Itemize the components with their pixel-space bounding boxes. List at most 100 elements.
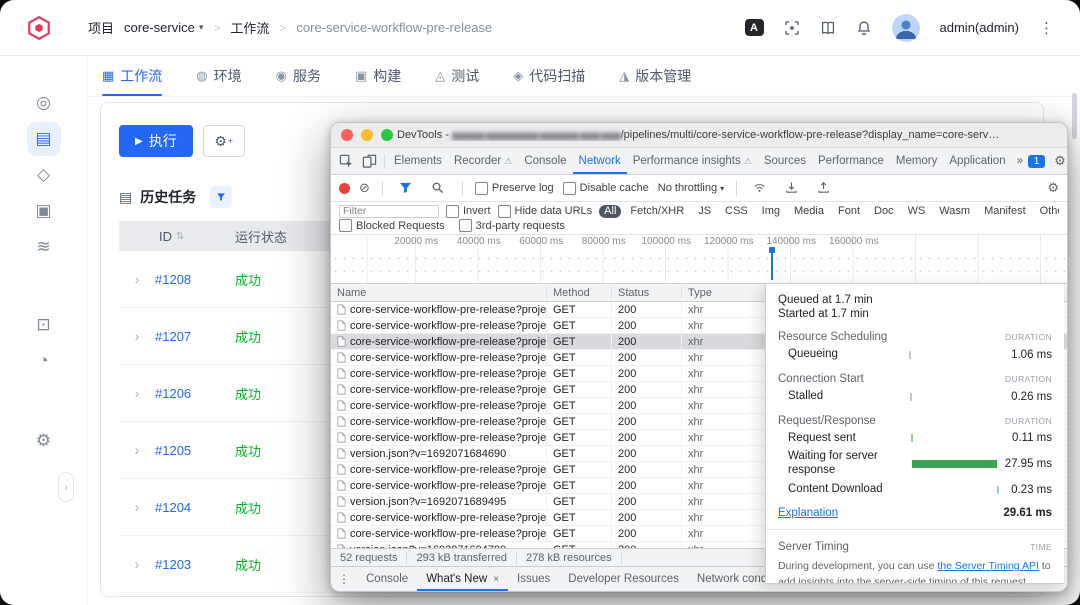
devtools-tab-elements[interactable]: Elements xyxy=(388,148,448,174)
chip-font[interactable]: Font xyxy=(833,205,865,218)
chip-doc[interactable]: Doc xyxy=(869,205,899,218)
devtools-tab-memory[interactable]: Memory xyxy=(890,148,944,174)
export-har-icon[interactable] xyxy=(817,181,832,196)
close-window-button[interactable] xyxy=(341,129,353,141)
network-overview-timeline[interactable]: 20000 ms40000 ms60000 ms80000 ms100000 m… xyxy=(331,235,1067,284)
nav-monitor-icon[interactable]: ⊡ xyxy=(27,308,61,342)
sort-icon[interactable]: ⇅ xyxy=(176,231,184,242)
devtools-tab-recorder[interactable]: Recorder ⚠ xyxy=(448,148,518,174)
tab-code-scan[interactable]: ◈ 代码扫描 xyxy=(513,56,585,96)
chip-fetch-xhr[interactable]: Fetch/XHR xyxy=(625,205,689,218)
nav-ops-icon[interactable]: ◇ xyxy=(27,158,61,192)
network-conditions-icon[interactable] xyxy=(753,181,768,196)
scrollbar-thumb[interactable] xyxy=(1072,93,1077,139)
network-settings-icon[interactable]: ⚙ xyxy=(1047,180,1059,196)
breadcrumb-root[interactable]: 项目 xyxy=(88,18,114,37)
chip-manifest[interactable]: Manifest xyxy=(979,205,1031,218)
task-id-link[interactable]: #1205 xyxy=(155,443,231,458)
import-har-icon[interactable] xyxy=(785,181,800,196)
chip-all[interactable]: All xyxy=(599,205,621,218)
column-name[interactable]: Name xyxy=(331,287,546,299)
third-party-requests-checkbox[interactable]: 3rd-party requests xyxy=(459,219,565,232)
drawer-tab-developer-resources[interactable]: Developer Resources xyxy=(559,567,688,591)
filter-input[interactable] xyxy=(339,205,439,218)
devtools-tab-network[interactable]: Network xyxy=(573,148,627,174)
docs-icon[interactable] xyxy=(820,20,836,36)
sidebar-collapse-handle[interactable]: › xyxy=(58,472,74,502)
hide-data-urls-checkbox[interactable]: Hide data URLs xyxy=(498,205,593,218)
server-timing-api-link[interactable]: the Server Timing API xyxy=(937,560,1039,572)
chip-css[interactable]: CSS xyxy=(720,205,753,218)
chip-other[interactable]: Other xyxy=(1035,205,1059,218)
task-id-link[interactable]: #1204 xyxy=(155,500,231,515)
blocked-requests-checkbox[interactable]: Blocked Requests xyxy=(339,219,445,232)
filter-icon[interactable] xyxy=(399,181,414,196)
expand-icon[interactable]: › xyxy=(119,385,155,401)
devtools-tab-console[interactable]: Console xyxy=(518,148,572,174)
chip-media[interactable]: Media xyxy=(789,205,829,218)
tab-services[interactable]: ◉ 服务 xyxy=(276,56,321,96)
nav-overview-icon[interactable]: ◎ xyxy=(27,86,61,120)
nav-settings-icon[interactable]: ⚙ xyxy=(27,424,61,458)
run-button[interactable]: ▶ 执行 xyxy=(119,125,193,157)
history-filter-button[interactable] xyxy=(210,186,232,208)
zoom-window-button[interactable] xyxy=(381,129,393,141)
column-method[interactable]: Method xyxy=(546,287,611,299)
explanation-link[interactable]: Explanation xyxy=(778,507,838,519)
drawer-menu-icon[interactable]: ⋮ xyxy=(331,572,357,586)
invert-checkbox[interactable]: Invert xyxy=(446,205,491,218)
chip-ws[interactable]: WS xyxy=(903,205,931,218)
username[interactable]: admin(admin) xyxy=(940,20,1019,35)
devtools-tab-performance[interactable]: Performance xyxy=(812,148,890,174)
nav-dashboard-icon[interactable]: ◔ xyxy=(27,344,61,378)
device-toolbar-icon[interactable] xyxy=(362,154,377,169)
drawer-tab-console[interactable]: Console xyxy=(357,567,417,591)
more-menu-icon[interactable]: ⋮ xyxy=(1039,19,1054,37)
task-id-link[interactable]: #1208 xyxy=(155,272,231,287)
task-id-link[interactable]: #1206 xyxy=(155,386,231,401)
breadcrumb-project-select[interactable]: core-service ▾ xyxy=(124,20,203,35)
devtools-settings-icon[interactable]: ⚙ xyxy=(1054,153,1066,169)
search-icon[interactable] xyxy=(431,181,446,196)
column-type[interactable]: Type xyxy=(681,287,766,299)
nav-workflow-icon[interactable]: ▤ xyxy=(27,122,61,156)
expand-icon[interactable]: › xyxy=(119,328,155,344)
devtools-tab-application[interactable]: Application xyxy=(943,148,1011,174)
nav-deploy-icon[interactable]: ▣ xyxy=(27,194,61,228)
expand-icon[interactable]: › xyxy=(119,271,155,287)
expand-icon[interactable]: › xyxy=(119,442,155,458)
drawer-tab-issues[interactable]: Issues xyxy=(508,567,559,591)
devtools-tab-performance-insights[interactable]: Performance insights ⚠ xyxy=(627,148,758,174)
breadcrumb-section[interactable]: 工作流 xyxy=(230,18,269,37)
tab-environment[interactable]: ◍ 环境 xyxy=(196,56,241,96)
scan-icon[interactable] xyxy=(784,20,800,36)
pipeline-config-button[interactable]: ⚙ + xyxy=(203,125,245,157)
record-button[interactable] xyxy=(339,183,350,194)
tab-test[interactable]: ◬ 测试 xyxy=(435,56,479,96)
task-id-link[interactable]: #1207 xyxy=(155,329,231,344)
task-id-link[interactable]: #1203 xyxy=(155,557,231,572)
tab-workflow[interactable]: ▦ 工作流 xyxy=(102,56,162,96)
drawer-tab-whats-new[interactable]: What's New × xyxy=(417,567,508,591)
tab-build[interactable]: ▣ 构建 xyxy=(355,56,401,96)
nav-resources-icon[interactable]: ≋ xyxy=(27,230,61,264)
chip-js[interactable]: JS xyxy=(693,205,716,218)
avatar[interactable] xyxy=(892,14,920,42)
disable-cache-checkbox[interactable]: Disable cache xyxy=(563,182,649,195)
inspect-icon[interactable] xyxy=(339,154,354,169)
tab-version-management[interactable]: ◮ 版本管理 xyxy=(619,56,691,96)
bell-icon[interactable] xyxy=(856,20,872,36)
chip-wasm[interactable]: Wasm xyxy=(934,205,975,218)
devtools-tab-sources[interactable]: Sources xyxy=(758,148,812,174)
clear-button[interactable]: ⊘ xyxy=(359,180,370,196)
chip-img[interactable]: Img xyxy=(757,205,785,218)
more-tabs-icon[interactable]: » xyxy=(1012,155,1028,167)
notification-badge[interactable]: 1 xyxy=(1028,155,1045,168)
throttling-select[interactable]: No throttling ▾ xyxy=(658,182,724,194)
close-icon[interactable]: × xyxy=(493,574,499,585)
language-badge[interactable]: A xyxy=(745,19,764,36)
minimize-window-button[interactable] xyxy=(361,129,373,141)
expand-icon[interactable]: › xyxy=(119,499,155,515)
preserve-log-checkbox[interactable]: Preserve log xyxy=(475,182,554,195)
column-status[interactable]: Status xyxy=(611,287,681,299)
